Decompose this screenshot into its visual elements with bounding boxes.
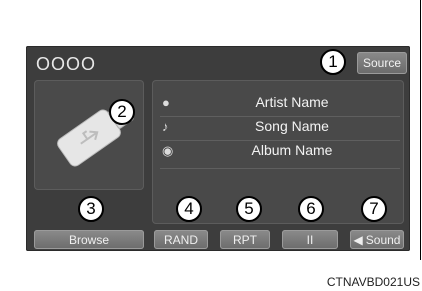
artist-name: Artist Name bbox=[255, 94, 329, 110]
sound-button[interactable]: ◀ Sound bbox=[350, 230, 404, 249]
source-button[interactable]: Source bbox=[357, 52, 407, 74]
source-indicator-dots: OOOO bbox=[36, 54, 97, 74]
callout-2: 2 bbox=[109, 99, 135, 125]
person-icon: ● bbox=[162, 95, 170, 110]
random-button[interactable]: RAND bbox=[154, 230, 208, 249]
callout-6: 6 bbox=[298, 196, 324, 222]
speaker-icon: ◀ bbox=[353, 232, 363, 247]
disc-icon: ◉ bbox=[162, 143, 174, 158]
callout-3: 3 bbox=[78, 196, 104, 222]
music-note-icon: ♪ bbox=[162, 119, 169, 134]
sound-label: Sound bbox=[365, 232, 401, 247]
divider bbox=[160, 168, 400, 169]
repeat-button[interactable]: RPT bbox=[220, 230, 270, 249]
pause-button[interactable]: II bbox=[282, 230, 338, 249]
callout-4: 4 bbox=[176, 196, 202, 222]
figure-code: CTNAVBD021US bbox=[326, 275, 420, 289]
song-row: ♪ Song Name bbox=[162, 118, 397, 138]
usb-artwork-panel bbox=[34, 80, 144, 190]
song-name: Song Name bbox=[255, 118, 329, 134]
browse-button[interactable]: Browse bbox=[34, 230, 144, 249]
callout-1: 1 bbox=[320, 49, 346, 75]
divider bbox=[160, 140, 400, 141]
callout-7: 7 bbox=[361, 196, 387, 222]
callout-5: 5 bbox=[236, 196, 262, 222]
album-row: ◉ Album Name bbox=[162, 142, 397, 162]
usb-drive-icon bbox=[57, 102, 134, 167]
divider bbox=[160, 116, 400, 117]
album-name: Album Name bbox=[251, 142, 333, 158]
artist-row: ● Artist Name bbox=[162, 94, 397, 114]
